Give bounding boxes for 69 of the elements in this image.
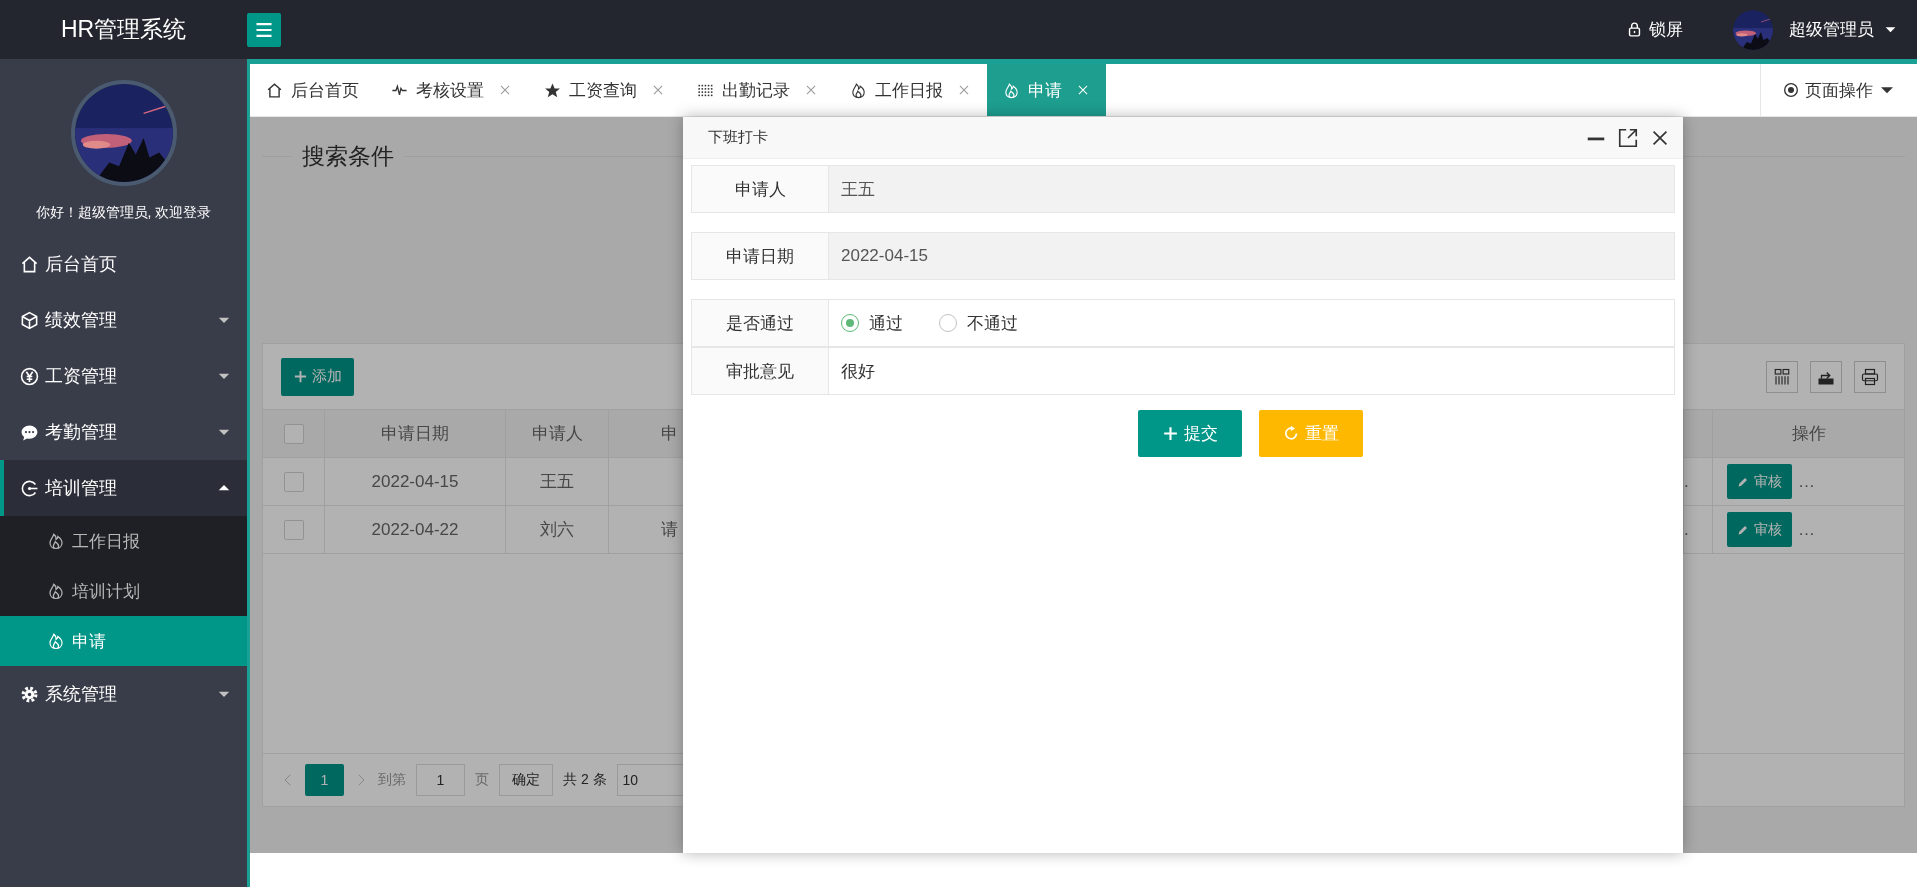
refresh-icon (1283, 425, 1300, 442)
flame-icon (47, 582, 65, 600)
tab[interactable]: 工作日报 (834, 64, 987, 116)
dialog-title: 下班打卡 (708, 128, 768, 147)
sidebar-item[interactable]: 系统管理 (0, 666, 247, 722)
flame-icon (1003, 81, 1020, 99)
table-cell: 2022-04-15 (325, 458, 506, 506)
sidebar-item[interactable]: 考勤管理 (0, 404, 247, 460)
sidebar-subitem[interactable]: 工作日报 (0, 516, 247, 566)
yen-icon (20, 366, 39, 386)
table-cell: . (1684, 458, 1713, 506)
section-title: 搜索条件 (301, 141, 395, 171)
cube-icon (20, 310, 39, 330)
more-link[interactable]: … (1798, 471, 1815, 492)
page-unit: 页 (475, 771, 489, 789)
star-icon (544, 81, 561, 99)
target-icon (1783, 82, 1799, 98)
lock-icon (1626, 21, 1643, 38)
sidebar-item[interactable]: 绩效管理 (0, 292, 247, 348)
plus-icon (293, 369, 308, 384)
maximize-icon[interactable] (1617, 126, 1639, 149)
sidebar-subitem[interactable]: 申请 (0, 616, 247, 666)
sidebar-item[interactable]: 工资管理 (0, 348, 247, 404)
table-cell: 刘六 (506, 506, 609, 554)
sidebar-item[interactable]: 后台首页 (0, 236, 247, 292)
printer-icon[interactable] (1854, 360, 1886, 393)
goto-label: 到第 (378, 771, 406, 789)
home-icon (20, 254, 39, 274)
page-input[interactable]: 1 (416, 764, 465, 796)
radio-label[interactable]: 通过 (869, 311, 903, 335)
welcome-text: 你好！超级管理员, 欢迎登录 (34, 204, 213, 222)
flame-icon (47, 532, 65, 550)
checkbox[interactable] (283, 519, 304, 540)
tab[interactable]: 考核设置 (375, 64, 528, 116)
submit-button[interactable]: 提交 (1138, 410, 1242, 457)
sidebar-subitem[interactable]: 培训计划 (0, 566, 247, 616)
sidebar-item[interactable]: 培训管理 (0, 460, 247, 516)
user-name[interactable]: 超级管理员 (1789, 18, 1874, 41)
columns-icon[interactable] (1766, 360, 1798, 393)
tab[interactable]: 后台首页 (250, 64, 375, 116)
circle-dot-icon (20, 478, 39, 498)
flame-icon (47, 632, 65, 650)
field-label: 是否通过 (692, 300, 829, 346)
plus-icon (1162, 425, 1179, 442)
pencil-icon (1737, 475, 1749, 488)
menu-button[interactable] (247, 12, 281, 47)
table-cell: . (1684, 506, 1713, 554)
export-icon[interactable] (1810, 360, 1842, 393)
radio-label[interactable]: 不通过 (967, 311, 1018, 335)
home-icon (266, 81, 283, 99)
lock-screen-link[interactable]: 锁屏 (1626, 18, 1683, 41)
column-header: 申请日期 (325, 410, 506, 458)
column-header: 申请人 (506, 410, 609, 458)
tab[interactable]: 出勤记录 (681, 64, 834, 116)
table-cell: 2022-04-22 (325, 506, 506, 554)
table-cell: 王五 (506, 458, 609, 506)
column-header: 操作 (1713, 410, 1904, 458)
checkbox[interactable] (283, 423, 304, 444)
tab[interactable]: 工资查询 (528, 64, 681, 116)
total-count: 共 2 条 (563, 771, 607, 789)
app-logo: HR管理系统 (59, 15, 188, 44)
more-link[interactable]: … (1798, 519, 1815, 540)
flame-icon (850, 81, 867, 99)
page-actions-menu[interactable]: 页面操作 (1760, 64, 1917, 116)
chat-icon (20, 422, 39, 442)
gear-icon (20, 684, 39, 704)
checkbox[interactable] (283, 471, 304, 492)
confirm-button[interactable]: 确定 (499, 764, 553, 796)
pencil-icon (1737, 523, 1749, 536)
